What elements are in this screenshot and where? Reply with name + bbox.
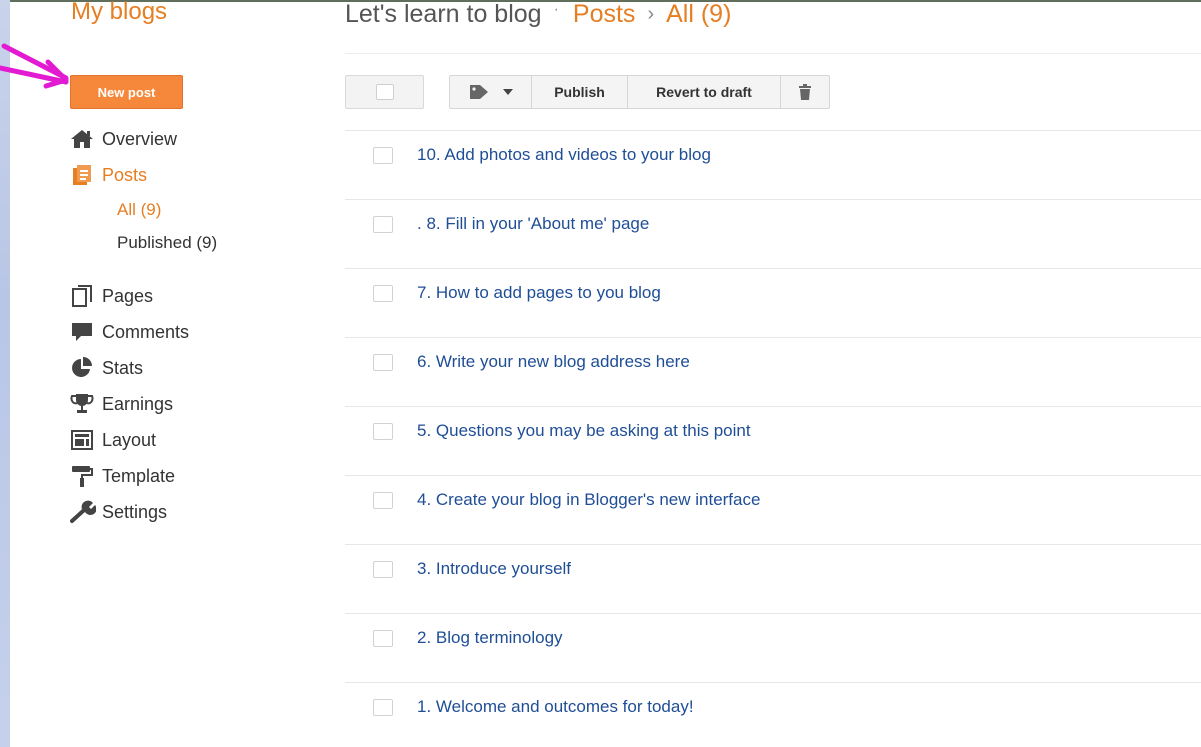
label-dropdown-button[interactable] [450, 76, 532, 108]
layout-icon [70, 428, 102, 452]
publish-button[interactable]: Publish [532, 76, 628, 108]
new-post-button[interactable]: New post [70, 75, 183, 109]
my-blogs-link[interactable]: My blogs [71, 0, 167, 26]
post-checkbox[interactable] [373, 423, 393, 440]
sidebar-item-settings[interactable]: Settings [70, 499, 167, 525]
comments-icon [70, 320, 102, 344]
blog-name[interactable]: Let's learn to blog [345, 0, 542, 29]
breadcrumb-all-link[interactable]: All (9) [666, 0, 731, 29]
post-row: 6. Write your new blog address here [345, 337, 1201, 406]
paint-roller-icon [70, 464, 102, 488]
sidebar-item-template[interactable]: Template [70, 463, 175, 489]
pointer-arrow-icon [0, 43, 69, 89]
post-title-link[interactable]: 3. Introduce yourself [417, 559, 571, 579]
trash-icon [798, 84, 812, 100]
post-checkbox[interactable] [373, 699, 393, 716]
sidebar-item-label: Settings [102, 501, 168, 522]
posts-icon [70, 163, 102, 187]
post-row: 10. Add photos and videos to your blog [345, 130, 1201, 199]
post-row: 5. Questions you may be asking at this p… [345, 406, 1201, 475]
sidebar-item-label: Pages [102, 285, 154, 306]
sidebar-item-layout[interactable]: Layout [70, 427, 156, 453]
post-row: 7. How to add pages to you blog [345, 268, 1201, 337]
header-divider [345, 53, 1201, 54]
post-checkbox[interactable] [373, 630, 393, 647]
checkbox-box [375, 84, 394, 100]
pages-icon [70, 284, 102, 308]
sidebar-item-posts[interactable]: Posts [70, 162, 147, 188]
select-all-checkbox[interactable] [345, 75, 424, 109]
post-title-link[interactable]: 1. Welcome and outcomes for today! [417, 697, 694, 717]
sidebar-item-label: Stats [102, 357, 144, 378]
sidebar-item-label: Comments [102, 321, 190, 342]
home-icon [70, 127, 102, 151]
post-title-link[interactable]: 4. Create your blog in Blogger's new int… [417, 490, 760, 510]
post-title-link[interactable]: 2. Blog terminology [417, 628, 563, 648]
revert-to-draft-button[interactable]: Revert to draft [628, 76, 781, 108]
post-title-link[interactable]: 7. How to add pages to you blog [417, 283, 661, 303]
post-row: 2. Blog terminology [345, 613, 1201, 682]
sidebar-item-pages[interactable]: Pages [70, 283, 153, 309]
breadcrumb-posts-link[interactable]: Posts [573, 0, 636, 29]
post-title-link[interactable]: . 8. Fill in your 'About me' page [417, 214, 649, 234]
post-row: 1. Welcome and outcomes for today! [345, 682, 1201, 747]
wrench-icon [70, 500, 102, 524]
post-checkbox[interactable] [373, 492, 393, 509]
sidebar-item-label: Template [102, 465, 176, 486]
post-title-link[interactable]: 6. Write your new blog address here [417, 352, 690, 372]
post-checkbox[interactable] [373, 561, 393, 578]
sidebar-item-earnings[interactable]: Earnings [70, 391, 173, 417]
post-row: . 8. Fill in your 'About me' page [345, 199, 1201, 268]
post-title-link[interactable]: 5. Questions you may be asking at this p… [417, 421, 751, 441]
sidebar-item-comments[interactable]: Comments [70, 319, 189, 345]
breadcrumb: Let's learn to blog · Posts › All (9) [345, 0, 731, 29]
post-checkbox[interactable] [373, 216, 393, 233]
post-row: 4. Create your blog in Blogger's new int… [345, 475, 1201, 544]
sidebar-item-label: Layout [102, 429, 157, 450]
sidebar-subitem-all[interactable]: All (9) [117, 200, 161, 220]
breadcrumb-dot: · [553, 0, 559, 18]
post-checkbox[interactable] [373, 285, 393, 302]
chevron-down-icon [502, 89, 513, 95]
tag-icon [469, 84, 491, 100]
post-title-link[interactable]: 10. Add photos and videos to your blog [417, 145, 711, 165]
sidebar-item-label: Earnings [102, 393, 174, 414]
breadcrumb-separator: › [647, 3, 655, 25]
post-checkbox[interactable] [373, 354, 393, 371]
post-row: 3. Introduce yourself [345, 544, 1201, 613]
post-checkbox[interactable] [373, 147, 393, 164]
delete-button[interactable] [781, 76, 829, 108]
stats-icon [70, 356, 102, 380]
trophy-icon [70, 392, 102, 416]
sidebar-subitem-published[interactable]: Published (9) [117, 233, 217, 253]
sidebar-item-label: Overview [102, 128, 178, 149]
sidebar-item-label: Posts [102, 164, 148, 185]
left-edge-strip [0, 0, 10, 747]
sidebar-item-stats[interactable]: Stats [70, 355, 143, 381]
sidebar-item-overview[interactable]: Overview [70, 126, 177, 152]
post-actions-toolbar: Publish Revert to draft [449, 75, 830, 109]
